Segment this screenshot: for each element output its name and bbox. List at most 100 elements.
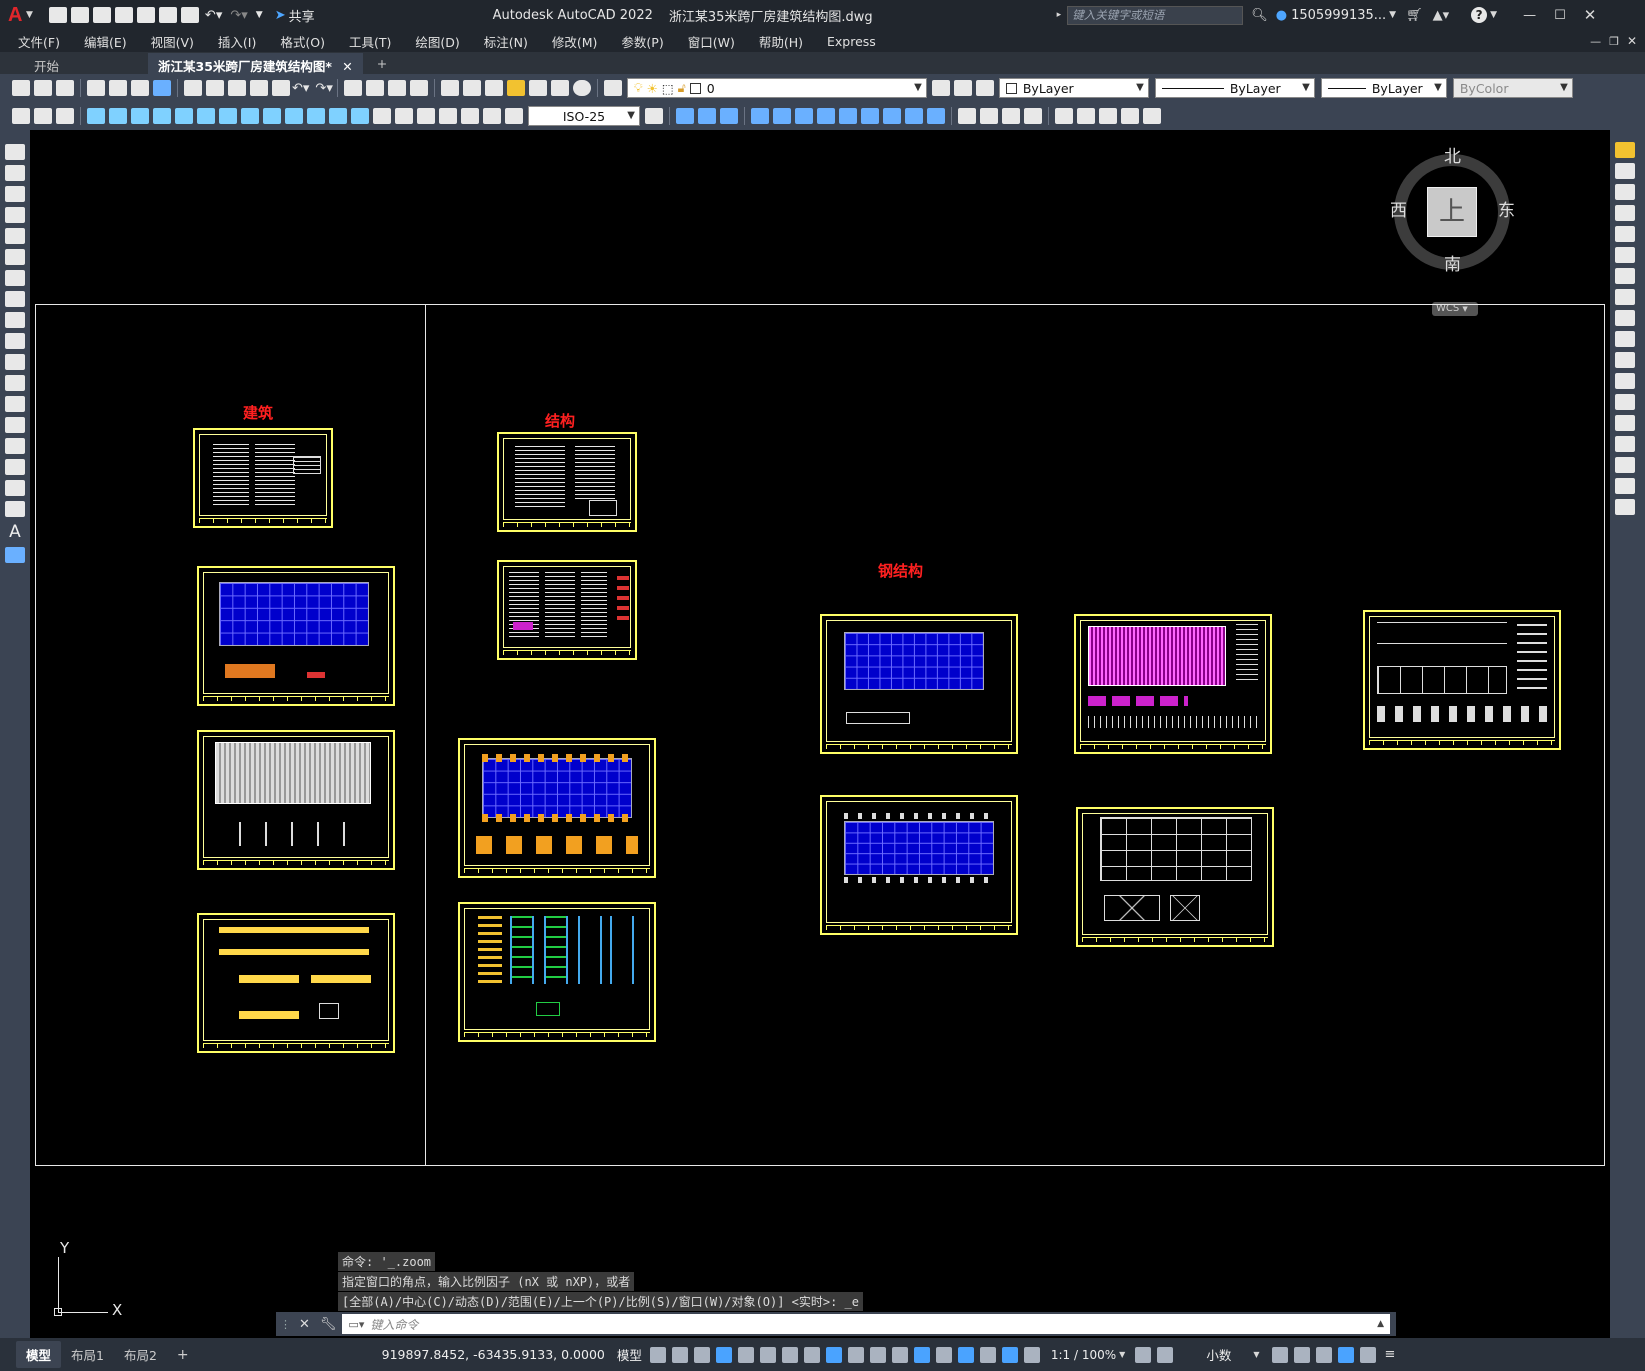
copy-icon[interactable] (206, 80, 224, 96)
menu-view[interactable]: 视图(V) (151, 32, 194, 51)
dyn-ucs-icon[interactable] (935, 1346, 952, 1363)
save-icon[interactable] (92, 7, 111, 23)
chamfer-icon[interactable] (1615, 436, 1635, 452)
dim-break-icon[interactable] (351, 108, 369, 124)
app-menu-arrow-icon[interactable]: ▼ (26, 10, 33, 20)
extend-icon[interactable] (1615, 352, 1635, 368)
qat-dropdown-icon[interactable]: ▼ (256, 10, 263, 20)
fillet-icon[interactable] (1615, 457, 1635, 473)
array-icon[interactable] (1615, 226, 1635, 242)
menu-format[interactable]: 格式(O) (280, 32, 325, 51)
orbit-icon[interactable] (1077, 108, 1095, 124)
ucs-face-icon[interactable] (751, 108, 769, 124)
mtext-icon[interactable]: A (5, 522, 25, 542)
quick-dim-icon[interactable] (263, 108, 281, 124)
menu-tools[interactable]: 工具(T) (349, 32, 391, 51)
tab-model[interactable]: 模型 (16, 1341, 62, 1368)
ucs-3point-icon[interactable] (861, 108, 879, 124)
sheet-arch-plan[interactable] (197, 566, 395, 706)
zoom-previous-icon[interactable] (409, 80, 428, 96)
sheet-struct-columns[interactable] (458, 902, 656, 1042)
tolerance-icon[interactable] (373, 108, 391, 124)
blend-icon[interactable] (1615, 478, 1635, 494)
ucs-world-icon[interactable] (698, 108, 716, 124)
dimstyle-select[interactable]: ISO-25 ▼ (528, 106, 640, 126)
ucs-x-icon[interactable] (883, 108, 901, 124)
fly-icon[interactable] (1143, 108, 1161, 124)
sheet-arch-roof[interactable] (197, 730, 395, 870)
dim-jogged-icon[interactable] (197, 108, 215, 124)
object-snap-icon[interactable] (825, 1346, 842, 1363)
spline-icon[interactable] (5, 312, 25, 328)
dim-radius-icon[interactable] (175, 108, 193, 124)
command-input[interactable]: ▭▾ 键入命令 ▲ (342, 1314, 1390, 1334)
close-icon[interactable]: ✕ (1584, 6, 1597, 24)
color-select[interactable]: ByLayer ▼ (998, 78, 1149, 98)
tab-layout2[interactable]: 布局2 (124, 1345, 157, 1364)
viewcube-top-face[interactable]: 上 (1427, 187, 1477, 237)
make-current-icon[interactable] (931, 80, 950, 96)
redo-icon[interactable]: ↷▾ (230, 8, 247, 23)
menu-insert[interactable]: 插入(I) (218, 32, 256, 51)
chevron-down-icon[interactable]: ▼ (1253, 1350, 1259, 1359)
menu-draw[interactable]: 绘图(D) (415, 32, 459, 51)
new-icon[interactable] (48, 7, 67, 23)
camera-icon[interactable] (1099, 108, 1117, 124)
lineweight-icon[interactable] (847, 1346, 864, 1363)
tab-layout1[interactable]: 布局1 (71, 1345, 104, 1364)
pan-icon[interactable] (343, 80, 362, 96)
view-icon[interactable] (1055, 108, 1073, 124)
ucs-zaxis-icon[interactable] (839, 108, 857, 124)
infer-icon[interactable] (693, 1346, 710, 1363)
cart-icon[interactable]: 🛒︎ (1406, 8, 1423, 23)
open-web-icon[interactable] (136, 7, 155, 23)
line-icon[interactable] (5, 144, 25, 160)
chevron-up-icon[interactable]: ▲ (1377, 1319, 1384, 1329)
selection-filter-icon[interactable] (957, 1346, 974, 1363)
stretch-icon[interactable] (1615, 310, 1635, 326)
add-layout-button[interactable]: + (177, 1347, 189, 1363)
lineweight-select[interactable]: ByLayer ▼ (1320, 78, 1447, 98)
object-track-icon[interactable] (803, 1346, 820, 1363)
sheet-steel-column-layout[interactable] (820, 795, 1018, 935)
compass-north[interactable]: 北 (1444, 142, 1461, 167)
help-icon[interactable] (572, 80, 591, 96)
break-icon[interactable] (1615, 394, 1635, 410)
rotate-icon[interactable] (1615, 268, 1635, 284)
paste-icon[interactable] (228, 80, 246, 96)
menu-help[interactable]: 帮助(H) (759, 32, 803, 51)
search-icon[interactable]: 🔍︎ (1251, 8, 1268, 23)
region-icon[interactable] (5, 480, 25, 496)
dim-space-icon[interactable] (329, 108, 347, 124)
save-as-icon[interactable] (114, 7, 133, 23)
sheet-arch-elevations[interactable] (197, 913, 395, 1053)
layer-match-icon[interactable] (34, 108, 52, 124)
revcloud-icon[interactable] (5, 291, 25, 307)
qnew-icon[interactable] (12, 80, 30, 96)
table-icon[interactable] (5, 501, 25, 517)
menu-window[interactable]: 窗口(W) (688, 32, 735, 51)
calculator-icon[interactable] (550, 80, 569, 96)
grid-icon[interactable] (649, 1346, 666, 1363)
ucs-icon[interactable] (676, 108, 694, 124)
compass-east[interactable]: 东 (1498, 196, 1515, 221)
save-icon[interactable] (56, 80, 74, 96)
layer-properties-icon[interactable] (603, 80, 622, 96)
plotstyle-select[interactable]: ByColor ▼ (1452, 78, 1573, 98)
dim-arc-icon[interactable] (131, 108, 149, 124)
zoom-window-icon[interactable] (387, 80, 406, 96)
menu-express[interactable]: Express (827, 34, 876, 49)
ucs-previous-icon[interactable] (720, 108, 738, 124)
shade-icon[interactable] (980, 108, 998, 124)
tab-drawing[interactable]: 浙江某35米跨厂房建筑结构图* ✕ (148, 53, 363, 74)
search-input[interactable]: 键入关键字或短语 (1067, 5, 1244, 25)
dim-baseline-icon[interactable] (285, 108, 303, 124)
erase-icon[interactable] (1615, 142, 1635, 158)
menu-dimension[interactable]: 标注(N) (484, 32, 528, 51)
isodraft-icon[interactable] (781, 1346, 798, 1363)
annotation-monitor-icon[interactable] (1157, 1346, 1174, 1363)
insert-block-icon[interactable] (5, 375, 25, 391)
compass-south[interactable]: 南 (1444, 250, 1461, 275)
offset-icon[interactable] (1615, 205, 1635, 221)
transparency-icon[interactable] (869, 1346, 886, 1363)
